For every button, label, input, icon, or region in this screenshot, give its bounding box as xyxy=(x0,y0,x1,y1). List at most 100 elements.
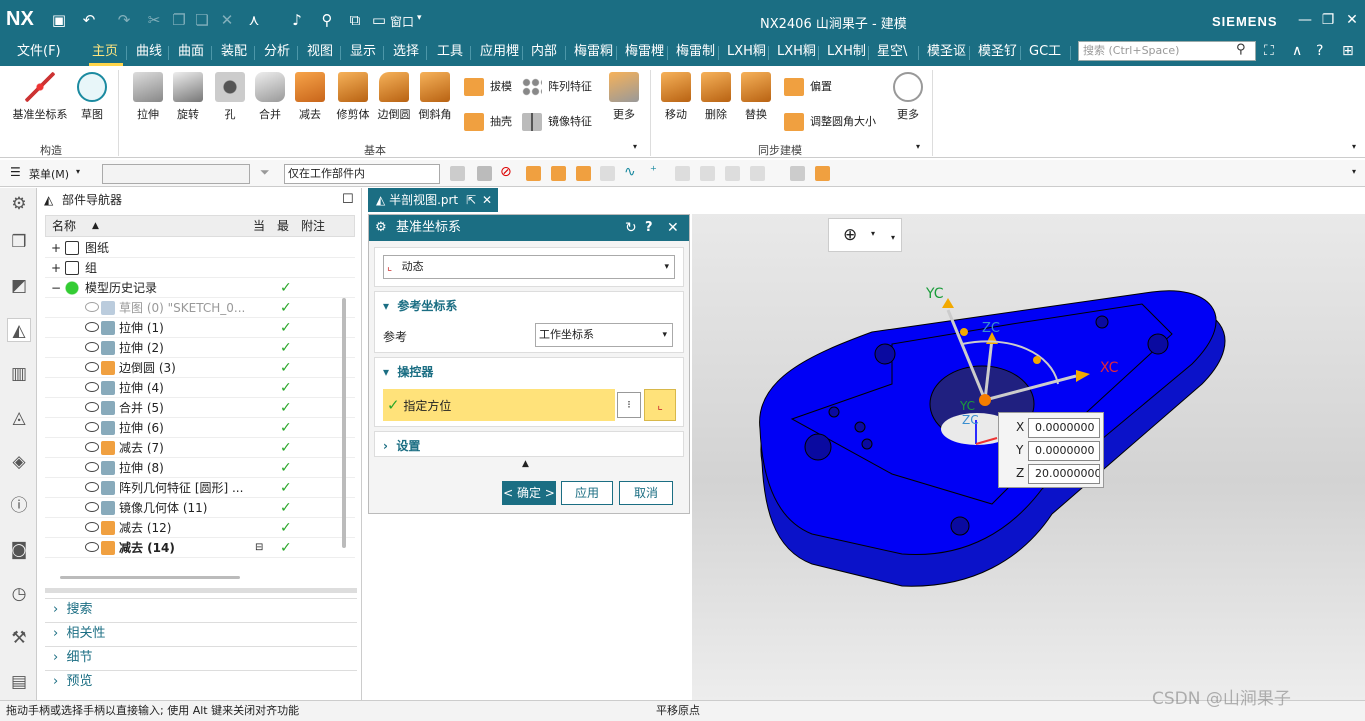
extrude-button[interactable]: 拉伸 xyxy=(130,72,166,122)
settings-section-title[interactable]: › 设置 xyxy=(383,437,420,454)
reset-icon[interactable]: ↻ xyxy=(625,215,637,241)
part-file-tab[interactable]: ◭ 半剖视图.prt ⇱ ✕ xyxy=(368,188,498,212)
delete-icon[interactable]: ✕ xyxy=(218,11,236,29)
scrollbar-horizontal[interactable] xyxy=(60,576,240,579)
restore-icon[interactable]: ❐ xyxy=(1318,10,1338,30)
snap-icon[interactable] xyxy=(700,166,715,181)
column-current[interactable]: 当 xyxy=(253,216,265,236)
paste-icon[interactable]: ❏ xyxy=(193,11,211,29)
specify-orientation-row[interactable]: ✓ 指定方位 xyxy=(383,389,615,421)
scrollbar[interactable] xyxy=(342,298,346,548)
tree-row[interactable]: 减去 (12) ✓ xyxy=(45,518,355,538)
ribbon-options-icon[interactable]: ⊞ xyxy=(1342,43,1354,59)
tab-plugin-10[interactable]: GC工 xyxy=(1026,40,1066,66)
close-tab-icon[interactable]: ✕ xyxy=(482,188,492,212)
tree-row[interactable]: 拉伸 (4) ✓ xyxy=(45,378,355,398)
edge-blend-button[interactable]: 边倒圆 xyxy=(374,72,414,122)
hidden-eye-icon[interactable] xyxy=(85,302,99,312)
tab-tools[interactable]: 工具 xyxy=(434,40,466,66)
copy-icon[interactable]: ❐ xyxy=(170,11,188,29)
eye-icon[interactable] xyxy=(85,502,99,512)
tree-row[interactable]: 拉伸 (6) ✓ xyxy=(45,418,355,438)
tab-analysis[interactable]: 分析 xyxy=(261,40,293,66)
revolve-button[interactable]: 旋转 xyxy=(170,72,206,122)
csys-icon[interactable]: ⋏ xyxy=(245,11,263,29)
y-coordinate-input[interactable]: 0.0000000 xyxy=(1028,441,1100,461)
mirror-feature-button[interactable]: 镜像特征 xyxy=(522,111,592,133)
eye-icon[interactable] xyxy=(85,402,99,412)
reuse-library-icon[interactable]: ▥ xyxy=(7,362,31,386)
maximize-icon[interactable]: ☐ xyxy=(342,188,354,212)
gear-icon[interactable]: ⚙ xyxy=(7,192,31,216)
expand-icon[interactable]: + xyxy=(51,238,61,258)
x-coordinate-input[interactable]: 0.0000000 xyxy=(1028,418,1100,438)
snap-icon[interactable] xyxy=(750,166,765,181)
point-icon[interactable]: ⁺ xyxy=(650,164,657,179)
pattern-feature-button[interactable]: 阵列特征 xyxy=(522,76,592,98)
tab-surface[interactable]: 曲面 xyxy=(175,40,207,66)
tree-row[interactable]: 草图 (0) "SKETCH_0... ✓ xyxy=(45,298,355,318)
collapse-icon[interactable]: − xyxy=(51,278,61,298)
eye-icon[interactable] xyxy=(85,362,99,372)
menu-button[interactable]: 菜单(M) xyxy=(29,166,69,182)
eye-icon[interactable] xyxy=(85,462,99,472)
tab-select[interactable]: 选择 xyxy=(390,40,422,66)
select-icon[interactable] xyxy=(450,166,465,181)
eye-icon[interactable] xyxy=(85,482,99,492)
snap-icon[interactable] xyxy=(725,166,740,181)
window-menu[interactable]: 窗口 xyxy=(390,13,414,30)
filter-icon[interactable]: ⏷ xyxy=(260,165,270,180)
tab-assembly[interactable]: 装配 xyxy=(218,40,250,66)
section-search[interactable]: › 搜索 xyxy=(45,598,357,620)
hd3d-icon[interactable]: ◬ xyxy=(7,406,31,430)
tab-plugin-9[interactable]: 模圣钌 xyxy=(975,40,1019,66)
body-filter-icon[interactable] xyxy=(576,166,591,181)
tab-plugin-4[interactable]: LXH粡 xyxy=(724,40,766,66)
tab-plugin-7[interactable]: 星空\ xyxy=(874,40,916,66)
minimize-icon[interactable]: — xyxy=(1295,10,1315,30)
tab-plugin-1[interactable]: 梅雷粡 xyxy=(571,40,613,66)
history-icon[interactable]: ◷ xyxy=(7,582,31,606)
reference-select[interactable]: 工作坐标系 ▾ xyxy=(535,323,673,347)
roles-icon[interactable]: ▤ xyxy=(7,670,31,694)
trim-body-button[interactable]: 修剪体 xyxy=(333,72,373,122)
sort-up-icon[interactable]: ▲ xyxy=(92,216,99,236)
feature-filter-icon[interactable] xyxy=(526,166,541,181)
chevron-down-icon[interactable]: ▾ xyxy=(417,13,422,23)
tab-plugin-8[interactable]: 模圣讴 xyxy=(924,40,968,66)
tab-plugin-2[interactable]: 梅雷榸 xyxy=(622,40,664,66)
tab-curve[interactable]: 曲线 xyxy=(133,40,165,66)
offset-region-button[interactable]: 偏置 xyxy=(784,76,832,98)
fullscreen-icon[interactable]: ⛶ xyxy=(1264,43,1274,59)
tree-row[interactable]: 边倒圆 (3) ✓ xyxy=(45,358,355,378)
part-navigator-icon[interactable]: ◭ xyxy=(7,318,31,342)
tools-icon[interactable]: ⚒ xyxy=(7,626,31,650)
splitter[interactable] xyxy=(45,588,357,593)
chevron-down-icon[interactable]: ▾ xyxy=(1352,167,1356,176)
close-icon[interactable]: ✕ xyxy=(1342,10,1362,30)
delete-face-button[interactable]: 删除 xyxy=(698,72,734,122)
cancel-button[interactable]: 取消 xyxy=(619,481,673,505)
section-preview[interactable]: › 预览 xyxy=(45,670,357,692)
type-select[interactable]: ⌞ 动态 ▾ xyxy=(383,255,675,279)
datum-csys-button[interactable]: 基准坐标系 xyxy=(10,72,70,122)
resize-blend-button[interactable]: 调整圆角大小 xyxy=(784,111,876,133)
tab-home[interactable]: 主页 xyxy=(89,40,123,66)
tree-row[interactable]: 镜像几何体 (11) ✓ xyxy=(45,498,355,518)
stop-icon[interactable]: ⊘ xyxy=(500,164,512,180)
tab-plugin-6[interactable]: LXH制 xyxy=(824,40,866,66)
reference-section-title[interactable]: ▾ 参考坐标系 xyxy=(383,297,457,314)
info-icon[interactable]: ⓘ xyxy=(7,494,31,518)
help-icon[interactable]: ? xyxy=(1316,43,1323,59)
undo-icon[interactable]: ↶ xyxy=(80,11,98,29)
tree-row[interactable]: 阵列几何特征 [圆形] ... ✓ xyxy=(45,478,355,498)
csys-dialog-icon[interactable]: ⌞ xyxy=(644,389,676,421)
tree-row[interactable]: 合并 (5) ✓ xyxy=(45,398,355,418)
subtract-button[interactable]: 减去 xyxy=(292,72,328,122)
hole-button[interactable]: 孔 xyxy=(212,72,248,122)
eye-icon[interactable] xyxy=(85,542,99,552)
shell-button[interactable]: 抽壳 xyxy=(464,111,512,133)
move-face-button[interactable]: 移动 xyxy=(658,72,694,122)
view-icon[interactable] xyxy=(815,166,830,181)
tree-row[interactable]: 拉伸 (8) ✓ xyxy=(45,458,355,478)
